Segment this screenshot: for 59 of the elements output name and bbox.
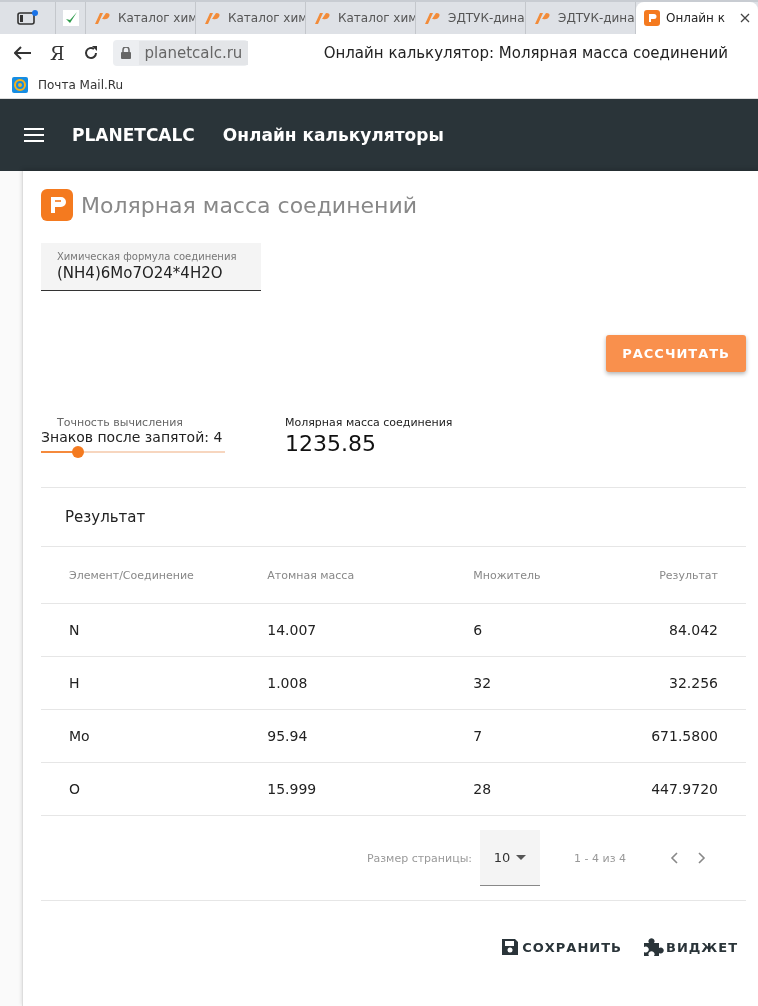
site-title[interactable]: Онлайн калькуляторы (222, 125, 444, 145)
site-logo-icon (314, 11, 332, 25)
result-label: Молярная масса соединения (285, 416, 453, 429)
table-cell: 32.256 (592, 656, 746, 710)
table-title: Результат (41, 488, 746, 547)
table-cell: 14.007 (267, 603, 474, 657)
save-button[interactable]: СОХРАНИТЬ (500, 937, 622, 957)
table-cell: 1.008 (267, 656, 474, 710)
slider-value: Знаков после запятой: 4 (41, 429, 224, 445)
page-size-label: Размер страницы: (366, 851, 473, 865)
widget-button[interactable]: ВИДЖЕТ (641, 937, 738, 957)
lock-icon (120, 47, 131, 59)
site-logo-icon (534, 11, 552, 25)
calculator-title: Молярная масса соединений (81, 192, 418, 218)
table-cell: N (41, 603, 268, 657)
calculator-logo-icon (644, 10, 660, 26)
calculator-logo-icon (41, 189, 73, 221)
site-logo[interactable]: PLANETCALC (72, 125, 195, 145)
bookmark[interactable]: Почта Mail.Ru (12, 77, 124, 93)
table-cell: 28 (473, 762, 593, 816)
previous-page-icon[interactable] (670, 852, 678, 864)
page-size-dropdown[interactable]: 10 (480, 830, 541, 886)
page-title: Онлайн калькулятор: Молярная масса соединений (323, 44, 729, 62)
page-range: 1 - 4 из 4 (574, 851, 626, 865)
site-logo-icon (424, 11, 442, 25)
formula-input-field[interactable]: Химическая формула соединения (NH4)6Mo7O24*4H2O (41, 243, 261, 291)
column-header: Элемент/Соединение (41, 547, 268, 604)
sidebar-icon (16, 10, 39, 26)
precision-slider[interactable] (41, 445, 225, 459)
next-page-icon[interactable] (698, 852, 706, 864)
reload-icon[interactable] (82, 45, 99, 61)
column-header: Атомная масса (267, 547, 474, 604)
table-cell: 6 (473, 603, 593, 657)
address-bar[interactable]: planetcalc.ru (112, 40, 249, 66)
table-cell: 15.999 (267, 762, 474, 816)
table-cell: O (41, 762, 268, 816)
table-cell: Mo (41, 709, 268, 763)
table-cell: 447.9720 (592, 762, 746, 816)
checkmark-icon (62, 10, 79, 26)
column-header: Множитель (473, 547, 593, 604)
menu-icon[interactable] (24, 128, 44, 142)
browser-tab[interactable]: Онлайн к (636, 2, 758, 34)
column-header: Результат (592, 547, 746, 604)
puzzle-piece-icon (641, 937, 664, 957)
table-cell: 32 (473, 656, 593, 710)
table-cell: 95.94 (267, 709, 474, 763)
table-cell: H (41, 656, 268, 710)
close-icon[interactable] (740, 13, 750, 23)
site-logo-icon (94, 11, 112, 25)
slider-label: Точность вычисления (56, 416, 184, 429)
table-cell: 84.042 (592, 603, 746, 657)
caret-icon (516, 855, 527, 860)
slider-thumb[interactable] (71, 446, 84, 458)
site-logo-icon (204, 11, 222, 25)
table-cell: 671.5800 (592, 709, 746, 763)
back-icon[interactable] (14, 46, 32, 60)
table-cell: 7 (473, 709, 593, 763)
result-value: 1235.85 (285, 431, 377, 456)
yandex-button[interactable]: Я (46, 42, 69, 64)
